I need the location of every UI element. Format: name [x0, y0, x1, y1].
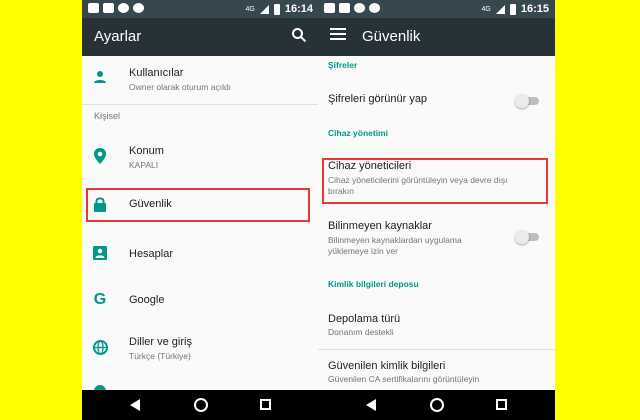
settings-item-languages[interactable]: Diller ve giriş Türkçe (Türkiye) [82, 326, 319, 374]
navigation-bar [318, 390, 555, 420]
network-type-label: 4G [481, 5, 491, 13]
settings-item-title: Diller ve giriş [129, 336, 192, 348]
clock: 16:15 [520, 3, 549, 15]
setting-title: Güvenilen kimlik bilgileri [328, 360, 446, 372]
recent-apps-icon[interactable] [260, 399, 271, 410]
whatsapp-notification-icon [118, 3, 129, 13]
page-title: Ayarlar [94, 28, 142, 45]
clock: 16:14 [284, 3, 313, 15]
storage-type-setting[interactable]: Depolama türü Donanım destekli [318, 304, 555, 348]
section-header-credentials: Kimlik bilgileri deposu [328, 279, 419, 289]
home-icon[interactable] [194, 398, 208, 412]
setting-subtitle: Bilinmeyen kaynaklardan uygulama yükleme… [328, 235, 462, 256]
search-icon[interactable] [291, 27, 307, 48]
image-notification-icon [103, 3, 114, 13]
settings-item-subtitle: Türkçe (Türkiye) [129, 351, 191, 361]
location-icon [92, 148, 108, 164]
signal-icon [259, 4, 269, 14]
section-header-personal: Kişisel [94, 111, 121, 121]
status-bar: 4G 16:14 [82, 0, 319, 18]
settings-item-title: Kullanıcılar [129, 67, 184, 79]
setting-title: Depolama türü [328, 313, 401, 325]
settings-item-partial [82, 378, 319, 390]
device-admins-highlight-box [322, 158, 548, 204]
trusted-credentials-setting[interactable]: Güvenilen kimlik bilgileri Güvenilen CA … [318, 350, 555, 390]
settings-list: Kullanıcılar Owner olarak oturum açıldı … [82, 56, 319, 390]
mail-notification-icon [88, 3, 99, 13]
show-passwords-toggle[interactable] [515, 94, 539, 108]
messenger-notification-icon [133, 3, 144, 13]
divider [82, 104, 319, 105]
image-notification-icon [339, 3, 350, 13]
battery-icon [509, 3, 516, 15]
setting-subtitle: Donanım destekli [328, 327, 394, 337]
page-title: Güvenlik [362, 28, 421, 45]
settings-item-subtitle: KAPALI [129, 160, 159, 170]
google-icon: G [93, 291, 107, 308]
globe-icon [92, 340, 108, 356]
settings-item-location[interactable]: Konum KAPALI [82, 132, 319, 178]
recent-apps-icon[interactable] [496, 399, 507, 410]
app-bar: Ayarlar [82, 18, 319, 56]
settings-item-users[interactable]: Kullanıcılar Owner olarak oturum açıldı [82, 56, 319, 104]
toggle-knob [515, 94, 529, 108]
unknown-sources-setting[interactable]: Bilinmeyen kaynaklar Bilinmeyen kaynakla… [318, 214, 555, 264]
app-bar: Güvenlik [318, 18, 555, 56]
setting-title: Bilinmeyen kaynaklar [328, 220, 432, 232]
security-highlight-box [86, 188, 310, 222]
home-icon[interactable] [430, 398, 444, 412]
unknown-sources-toggle[interactable] [515, 230, 539, 244]
signal-icon [495, 4, 505, 14]
toggle-knob [515, 230, 529, 244]
person-icon [92, 70, 108, 86]
setting-subtitle: Güvenilen CA sertifikalarını görüntüleyi… [328, 374, 480, 384]
settings-item-title: Konum [129, 145, 164, 157]
account-box-icon [92, 246, 108, 262]
settings-item-subtitle: Owner olarak oturum açıldı [129, 82, 232, 92]
battery-icon [273, 3, 280, 15]
security-settings-list: Şifreler Şifreleri görünür yap Cihaz yön… [318, 56, 555, 390]
network-type-label: 4G [245, 5, 255, 13]
setting-title: Şifreleri görünür yap [328, 93, 428, 105]
menu-icon[interactable] [330, 27, 346, 46]
security-screen: 4G 16:15 Güvenlik Şifreler Şifreleri gör… [318, 0, 555, 420]
status-bar: 4G 16:15 [318, 0, 555, 18]
section-header-passwords: Şifreler [328, 60, 358, 70]
settings-item-accounts[interactable]: Hesaplar [82, 230, 319, 276]
section-header-device-admin: Cihaz yönetimi [328, 128, 388, 138]
settings-screen: 4G 16:14 Ayarlar Kullanıcılar Owner olar… [82, 0, 319, 420]
mail-notification-icon [324, 3, 335, 13]
settings-item-title: Google [129, 294, 165, 306]
settings-item-google[interactable]: G Google [82, 278, 319, 324]
back-icon[interactable] [130, 399, 140, 411]
whatsapp-notification-icon [354, 3, 365, 13]
back-icon[interactable] [366, 399, 376, 411]
show-passwords-setting[interactable]: Şifreleri görünür yap [318, 80, 555, 118]
settings-item-title: Hesaplar [129, 248, 174, 260]
navigation-bar [82, 390, 319, 420]
messenger-notification-icon [369, 3, 380, 13]
